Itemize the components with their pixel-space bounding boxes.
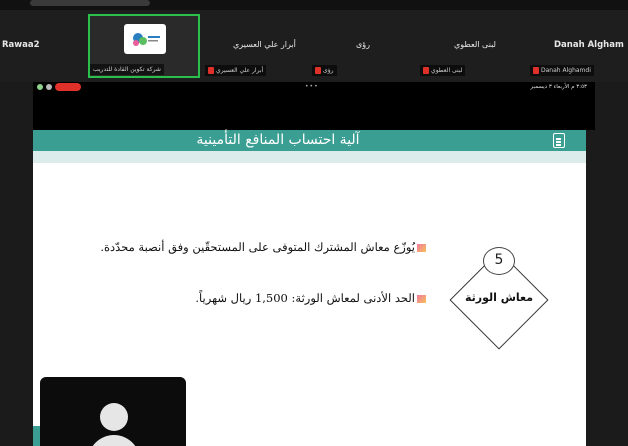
- mic-off-icon: [423, 67, 429, 74]
- participant-label: أبرار علي العسيري: [205, 65, 267, 76]
- participant-tile[interactable]: أبرار علي العسيري أبرار علي العسيري: [205, 14, 315, 78]
- step-diamond: 5 معاش الورثة: [446, 247, 552, 353]
- window-topbar: [0, 0, 628, 10]
- participant-tile[interactable]: Danah Algham Danah Alghamdi: [528, 14, 628, 78]
- more-dots-icon: •••: [305, 83, 319, 90]
- step-label: معاش الورثة: [464, 291, 534, 304]
- status-icons: [37, 83, 81, 91]
- participant-tile[interactable]: Rawaa2: [0, 14, 80, 78]
- participant-sub-name: Danah Alghamdi: [541, 67, 591, 74]
- participant-name: رؤى: [356, 40, 370, 49]
- participant-name: لبنى العطوي: [454, 40, 496, 49]
- mic-off-icon: [315, 67, 321, 74]
- document-icon: [553, 133, 565, 148]
- slide-header-bar: آلية احتساب المنافع التأمينية: [33, 130, 586, 151]
- active-speaker-tile[interactable]: شركة تكوين القادة للتدريب: [88, 14, 200, 78]
- bullet-text: يُوزّع معاش المشترك المتوفى على المستحقّ…: [100, 240, 415, 254]
- participant-label: رؤى: [312, 65, 337, 76]
- recording-indicator: [55, 83, 81, 91]
- participant-tile[interactable]: رؤى رؤى: [312, 14, 422, 78]
- self-view-video[interactable]: [40, 377, 186, 446]
- step-number-badge: 5: [483, 247, 515, 275]
- slide-footer-accent: [33, 426, 40, 446]
- participant-label: لبنى العطوي: [420, 65, 466, 76]
- shared-screen-top: [33, 92, 595, 130]
- participant-name: Rawaa2: [2, 40, 40, 50]
- device-time: ٣:٥٣ م الأربعاء ٣ ديسمبر: [530, 84, 587, 90]
- participant-sub-name: لبنى العطوي: [431, 67, 463, 74]
- participant-name: Danah Algham: [554, 40, 624, 50]
- mic-off-icon: [533, 67, 539, 74]
- slide-title: آلية احتساب المنافع التأمينية: [196, 132, 360, 148]
- participant-sub-name: أبرار علي العسيري: [216, 67, 264, 74]
- meeting-info-bar: [30, 0, 150, 6]
- wifi-icon: [46, 84, 52, 90]
- participant-name: أبرار علي العسيري: [233, 40, 296, 49]
- bullet-icon: [417, 295, 426, 303]
- avatar-body: [88, 435, 140, 446]
- battery-icon: [37, 84, 43, 90]
- participant-sub-name: شركة تكوين القادة للتدريب: [93, 66, 161, 73]
- participant-label: شركة تكوين القادة للتدريب: [90, 64, 164, 75]
- participants-strip: Rawaa2 شركة تكوين القادة للتدريب أبرار ع…: [0, 0, 628, 82]
- bullet-text: الحد الأدنى لمعاش الورثة: 1,500 ريال شهر…: [195, 291, 415, 305]
- slide-bullet: يُوزّع معاش المشترك المتوفى على المستحقّ…: [100, 240, 426, 254]
- company-logo: [124, 24, 166, 54]
- participant-sub-name: رؤى: [323, 67, 334, 74]
- slide-bullet: الحد الأدنى لمعاش الورثة: 1,500 ريال شهر…: [195, 291, 426, 305]
- bullet-icon: [417, 244, 426, 252]
- participant-label: Danah Alghamdi: [530, 65, 594, 76]
- participant-tile[interactable]: لبنى العطوي لبنى العطوي: [420, 14, 525, 78]
- shared-screen-status-bar: ••• ٣:٥٣ م الأربعاء ٣ ديسمبر: [33, 82, 595, 92]
- slide-header-underline: [33, 151, 586, 163]
- mic-off-icon: [208, 67, 214, 74]
- avatar-icon: [100, 403, 128, 431]
